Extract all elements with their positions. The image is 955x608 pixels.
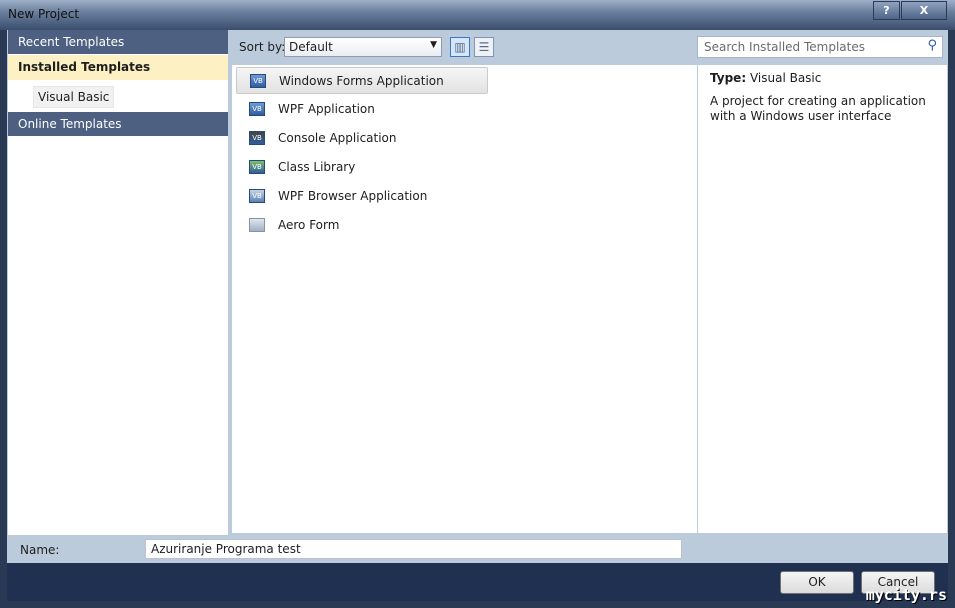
sidebar-item-visual-basic[interactable]: Visual Basic bbox=[33, 86, 115, 108]
grid-view-icon: ▥ bbox=[454, 40, 466, 54]
template-name: Class Library bbox=[278, 160, 356, 174]
button-bar: OK Cancel bbox=[7, 563, 948, 601]
template-name: WPF Application bbox=[278, 102, 375, 116]
name-row: Name: Azuriranje Programa test bbox=[7, 535, 948, 563]
template-description: A project for creating an application wi… bbox=[710, 94, 926, 123]
name-label: Name: bbox=[20, 543, 60, 557]
toolbar: Sort by: Default ▼ ▥ ☰ bbox=[232, 30, 697, 64]
vb-wpf-icon: VB bbox=[249, 102, 265, 116]
template-name: Windows Forms Application bbox=[279, 74, 444, 88]
template-name: Aero Form bbox=[278, 218, 340, 232]
template-sidebar: Recent Templates Installed Templates Vis… bbox=[8, 30, 228, 535]
name-input[interactable]: Azuriranje Programa test bbox=[145, 539, 682, 559]
sidebar-item-online-templates[interactable]: Online Templates bbox=[8, 112, 228, 136]
close-button[interactable]: X bbox=[901, 1, 947, 20]
vb-console-icon: VB bbox=[249, 131, 265, 145]
help-button[interactable]: ? bbox=[873, 1, 900, 20]
list-view-icon: ☰ bbox=[478, 40, 490, 54]
small-icons-view-button[interactable]: ☰ bbox=[474, 37, 494, 57]
template-name: WPF Browser Application bbox=[278, 189, 428, 203]
type-label: Type: bbox=[710, 71, 747, 85]
aero-form-icon bbox=[249, 218, 265, 232]
vb-wpf-browser-icon: VB bbox=[249, 189, 265, 203]
template-item[interactable]: VB Console Application bbox=[236, 125, 488, 152]
sort-dropdown[interactable]: Default ▼ bbox=[284, 37, 442, 57]
template-item[interactable]: Aero Form bbox=[236, 212, 488, 239]
medium-icons-view-button[interactable]: ▥ bbox=[450, 37, 470, 57]
template-item[interactable]: VB WPF Application bbox=[236, 96, 488, 123]
search-icon: ⚲ bbox=[927, 38, 937, 53]
template-item[interactable]: VB WPF Browser Application bbox=[236, 183, 488, 210]
template-list: VB Windows Forms Application VB WPF Applic… bbox=[232, 65, 697, 533]
details-panel: Type: Visual Basic A project for creatin… bbox=[698, 65, 947, 533]
search-placeholder: Search Installed Templates bbox=[704, 40, 865, 54]
sort-value: Default bbox=[289, 40, 333, 54]
watermark: mycity.rs bbox=[865, 586, 947, 604]
search-input[interactable]: Search Installed Templates ⚲ bbox=[697, 36, 943, 58]
ok-button[interactable]: OK bbox=[780, 571, 854, 594]
sidebar-item-recent-templates[interactable]: Recent Templates bbox=[8, 30, 228, 54]
chevron-down-icon: ▼ bbox=[430, 40, 437, 50]
title-bar bbox=[0, 0, 955, 30]
template-name: Console Application bbox=[278, 131, 397, 145]
sidebar-item-installed-templates[interactable]: Installed Templates bbox=[8, 55, 228, 80]
vb-library-icon: VB bbox=[249, 160, 265, 174]
vb-forms-icon: VB bbox=[250, 74, 266, 88]
template-item[interactable]: VB Windows Forms Application bbox=[236, 67, 488, 94]
type-value: Visual Basic bbox=[749, 71, 822, 85]
window-title: New Project bbox=[8, 7, 80, 21]
sort-label: Sort by: bbox=[239, 40, 286, 54]
template-item[interactable]: VB Class Library bbox=[236, 154, 488, 181]
